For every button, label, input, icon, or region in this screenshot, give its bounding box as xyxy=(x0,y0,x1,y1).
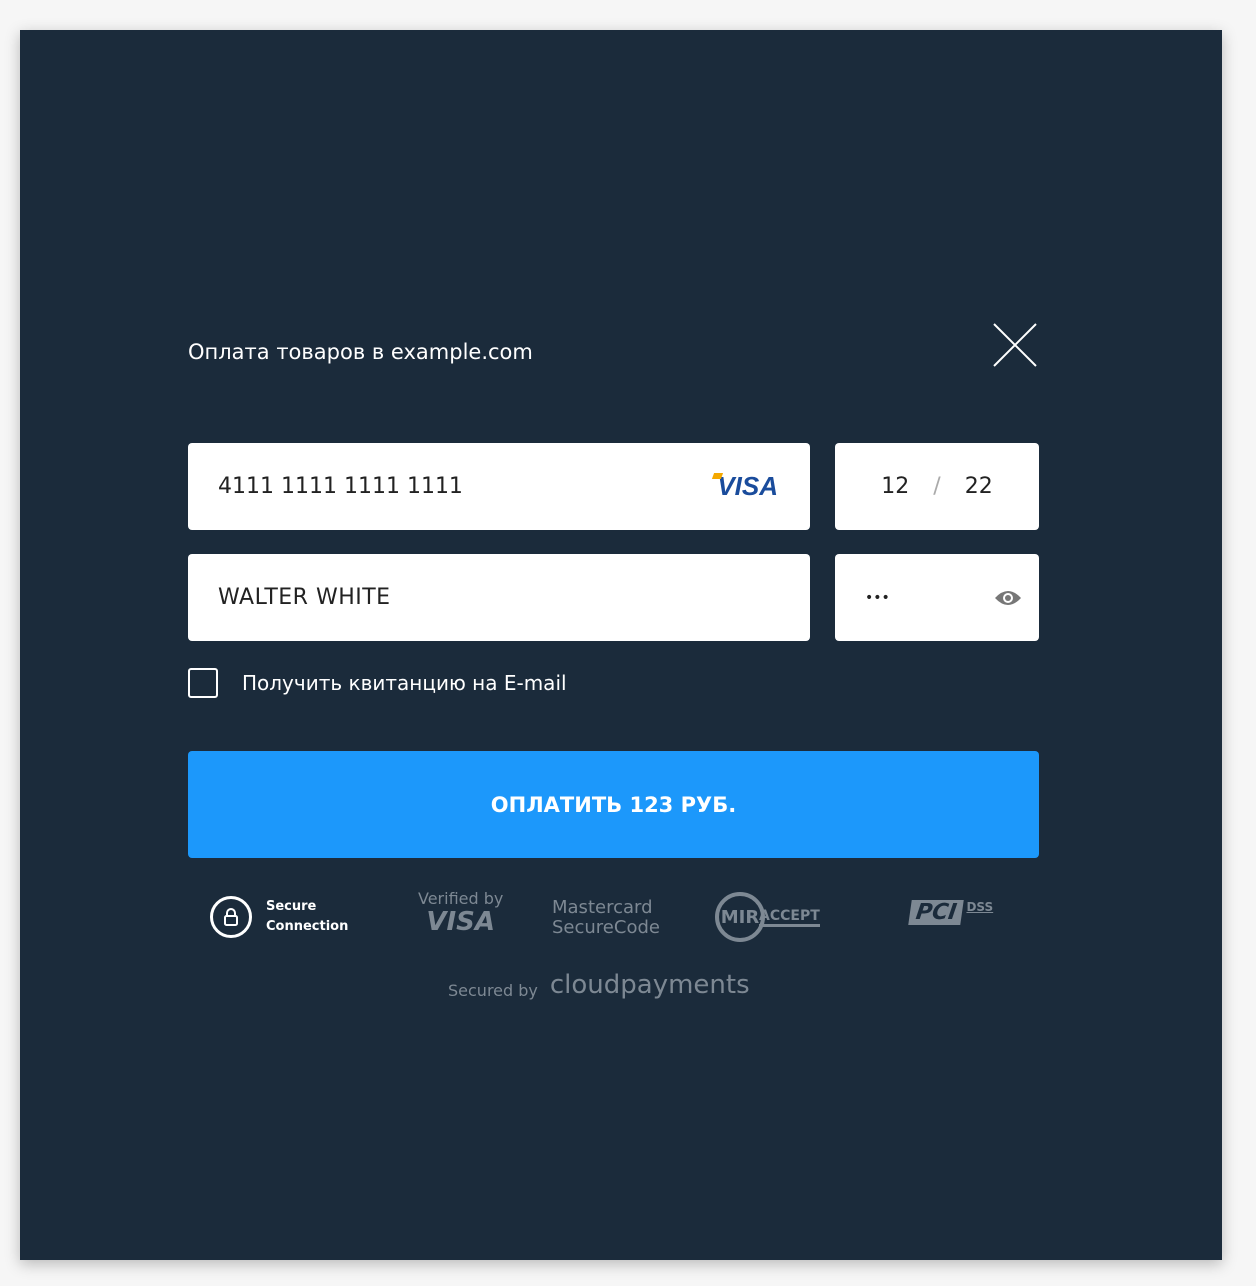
expiry-year: 22 xyxy=(964,474,993,499)
mastercard-text: Mastercard xyxy=(552,897,653,918)
pay-button[interactable]: ОПЛАТИТЬ 123 РУБ. xyxy=(188,751,1039,858)
card-number-input[interactable]: 4111 1111 1111 1111 VISA xyxy=(188,443,810,530)
close-icon[interactable] xyxy=(992,322,1038,368)
expiry-input[interactable]: 12 / 22 xyxy=(835,443,1039,530)
expiry-month: 12 xyxy=(881,474,910,499)
mastercard-securecode-logo: Mastercard SecureCode xyxy=(552,898,660,938)
cardholder-value: WALTER WHITE xyxy=(218,585,391,610)
expiry-separator: / xyxy=(933,474,941,499)
dss-text: DSS xyxy=(966,900,994,914)
email-receipt-checkbox[interactable] xyxy=(188,668,218,698)
cardholder-input[interactable]: WALTER WHITE xyxy=(188,554,810,641)
connection-text: Connection xyxy=(266,919,349,934)
pci-dss-logo: PCI DSS xyxy=(908,900,994,925)
mir-accept-text: ACCEPT xyxy=(759,908,820,927)
dialog-title: Оплата товаров в example.com xyxy=(188,340,533,364)
securecode-text: SecureCode xyxy=(552,917,660,938)
mir-text: MIR xyxy=(715,892,765,942)
security-badges: Secure Connection Verified by VISA Master… xyxy=(188,890,1039,950)
secure-text: Secure xyxy=(266,899,317,914)
secured-by-cloudpayments: Secured by cloudpayments xyxy=(448,970,750,1000)
secure-connection-badge: Secure Connection xyxy=(210,896,348,938)
cloudpayments-logo: cloudpayments xyxy=(549,970,750,1000)
secured-by-text: Secured by xyxy=(448,981,538,1000)
cvv-input[interactable]: ••• xyxy=(835,554,1039,641)
lock-icon xyxy=(210,896,252,938)
payment-dialog: Оплата товаров в example.com 4111 1111 1… xyxy=(20,30,1222,1260)
eye-icon[interactable] xyxy=(993,588,1023,608)
pci-text: PCI xyxy=(908,900,965,925)
verified-by-text: Verified by xyxy=(418,889,504,908)
verified-by-visa-logo: Verified by VISA xyxy=(418,889,504,937)
email-receipt-label[interactable]: Получить квитанцию на E-mail xyxy=(242,671,567,695)
cvv-value: ••• xyxy=(865,589,890,606)
visa-logo: VISA xyxy=(717,471,778,501)
card-number-value: 4111 1111 1111 1111 xyxy=(218,474,463,499)
email-receipt-row: Получить квитанцию на E-mail xyxy=(188,668,567,698)
mir-accept-logo: MIR ACCEPT xyxy=(715,892,820,942)
verified-visa-text: VISA xyxy=(426,907,495,937)
